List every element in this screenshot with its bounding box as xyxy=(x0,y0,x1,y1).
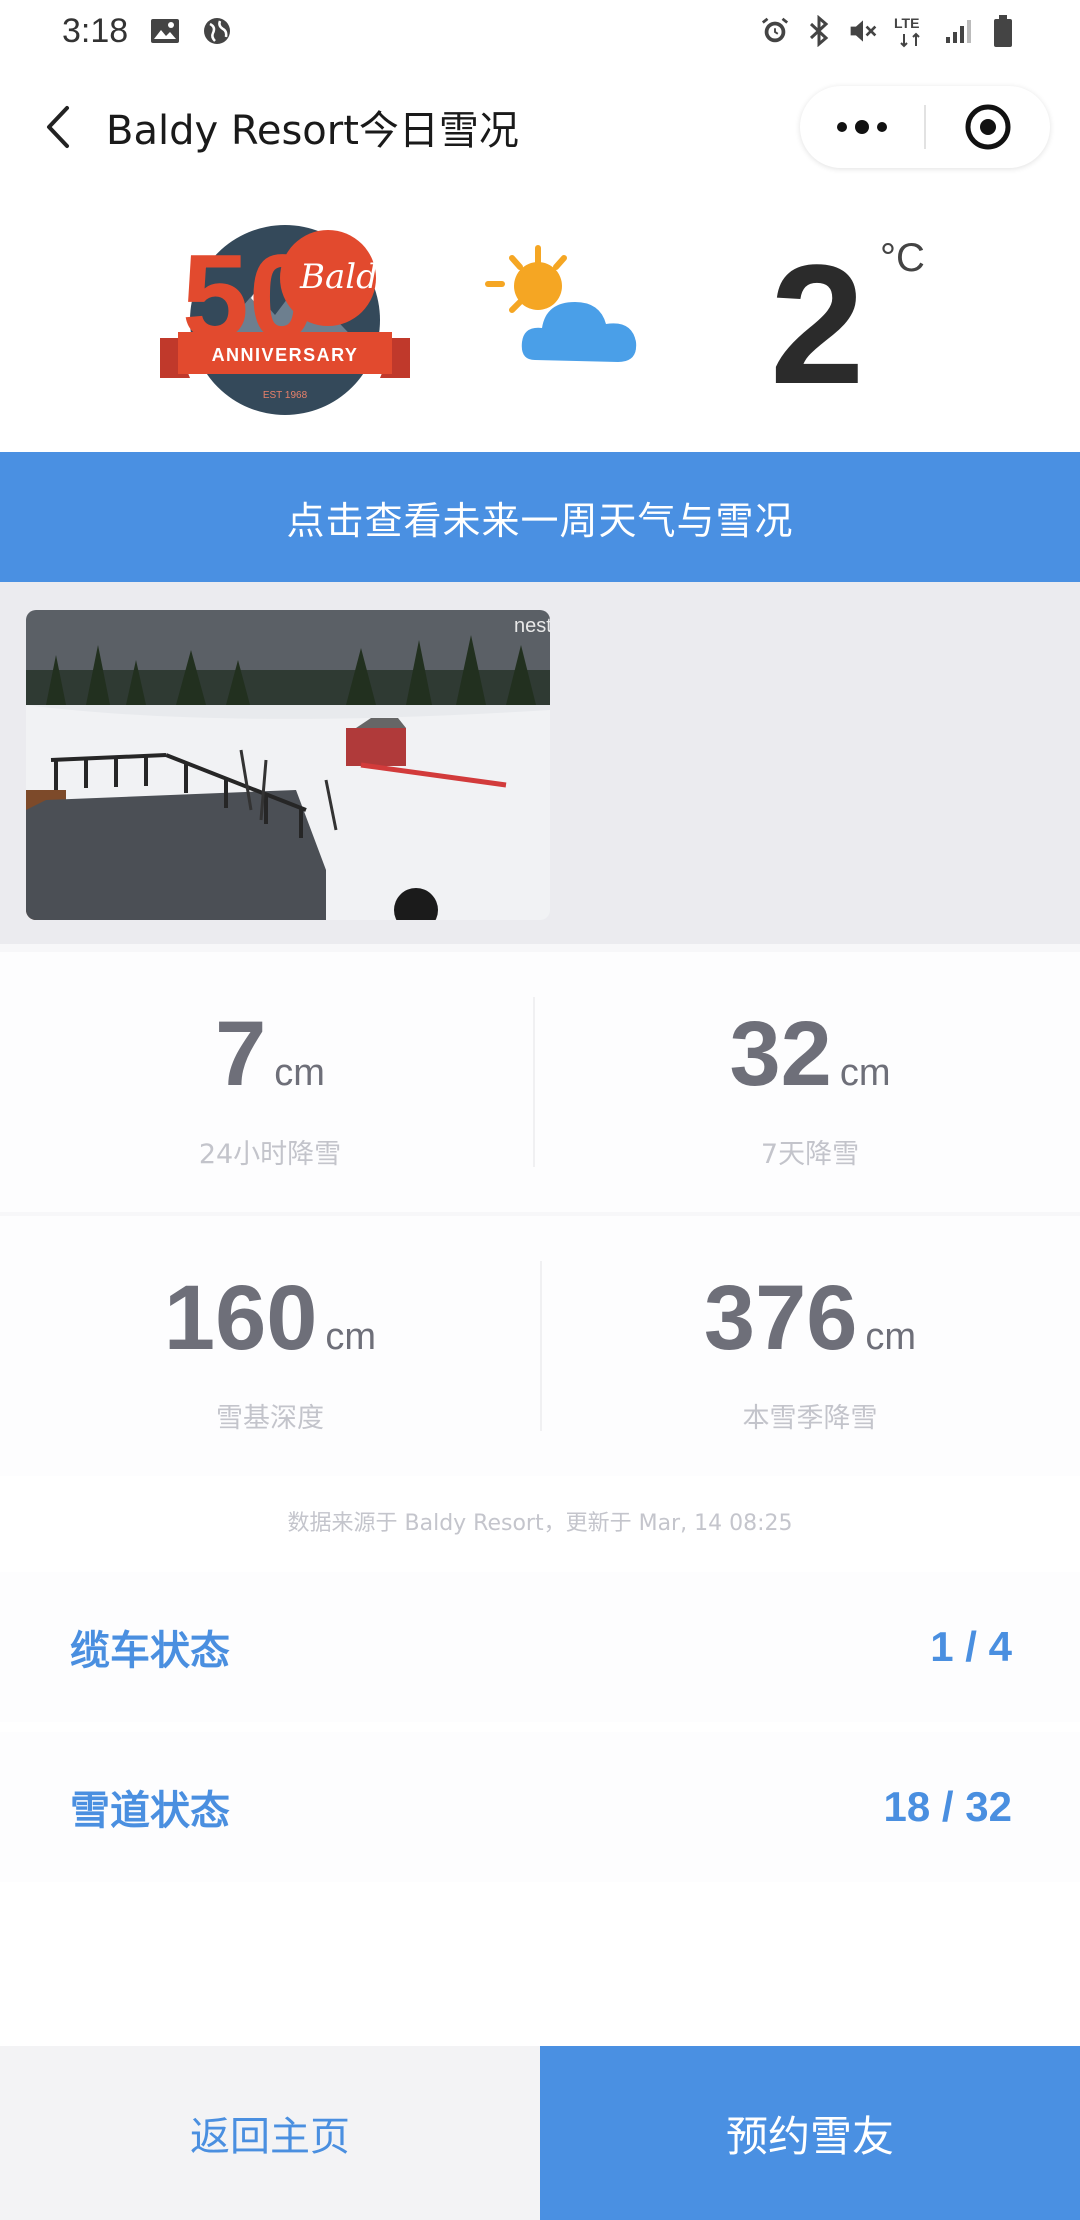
lift-status-label: 缆车状态 xyxy=(70,1628,230,1674)
resort-logo: 50 Baldy ANNIVERSARY EST 1968 xyxy=(160,220,410,430)
stat-value: 7 xyxy=(215,1003,267,1105)
stat-label: 7天降雪 xyxy=(760,1139,860,1170)
image-icon xyxy=(150,16,180,46)
more-button[interactable] xyxy=(800,86,924,168)
alarm-icon xyxy=(760,16,790,46)
stat-base-depth: 160 cm 雪基深度 xyxy=(0,1216,540,1476)
weather-header: 50 Baldy ANNIVERSARY EST 1968 2 °C xyxy=(0,200,1080,450)
close-miniprogram-button[interactable] xyxy=(926,86,1050,168)
stat-unit: cm xyxy=(274,1052,325,1094)
snow-stats: 7 cm 24小时降雪 32 cm 7天降雪 160 cm 雪基深度 376 c… xyxy=(0,944,1080,1476)
webcam-section: nest xyxy=(0,582,1080,944)
lift-status-value: 1 / 4 xyxy=(930,1623,1012,1670)
page-title: Baldy Resort今日雪况 xyxy=(106,108,519,154)
bluetooth-icon xyxy=(804,15,834,47)
stat-value: 376 xyxy=(703,1267,858,1369)
logo-banner-text: ANNIVERSARY xyxy=(212,345,359,365)
stat-label: 雪基深度 xyxy=(216,1403,324,1434)
weekly-forecast-banner[interactable]: 点击查看未来一周天气与雪况 xyxy=(0,452,1080,582)
mute-icon xyxy=(848,16,878,46)
signal-icon xyxy=(944,16,974,46)
chevron-left-icon xyxy=(47,106,69,148)
bottom-bar: 返回主页 预约雪友 xyxy=(0,2046,1080,2220)
miniprogram-capsule xyxy=(800,86,1050,168)
webcam-image[interactable]: nest xyxy=(26,610,550,920)
book-buddy-button[interactable]: 预约雪友 xyxy=(540,2046,1080,2220)
stat-unit: cm xyxy=(865,1316,917,1358)
trail-status-row[interactable]: 雪道状态 18 / 32 xyxy=(0,1732,1080,1882)
globe-icon xyxy=(202,16,232,46)
stats-row: 7 cm 24小时降雪 32 cm 7天降雪 xyxy=(0,952,1080,1212)
stat-label: 本雪季降雪 xyxy=(742,1403,878,1434)
stat-7day-snowfall: 32 cm 7天降雪 xyxy=(540,952,1080,1212)
stat-label: 24小时降雪 xyxy=(198,1139,342,1170)
temperature-unit: °C xyxy=(880,236,925,280)
lte-icon: LTE xyxy=(892,15,930,48)
back-button[interactable] xyxy=(28,97,88,157)
trail-status-label: 雪道状态 xyxy=(70,1788,230,1834)
more-dots-icon xyxy=(837,120,887,134)
stat-divider xyxy=(533,997,535,1167)
temperature-value: 2 xyxy=(770,230,865,420)
status-time: 3:18 xyxy=(62,11,129,50)
webcam-watermark: nest xyxy=(514,615,550,637)
data-source-note: 数据来源于 Baldy Resort，更新于 Mar, 14 08:25 xyxy=(287,1511,793,1536)
stat-24h-snowfall: 7 cm 24小时降雪 xyxy=(0,952,540,1212)
stat-unit: cm xyxy=(325,1316,377,1358)
stat-value: 32 xyxy=(729,1003,832,1105)
status-bar: 3:18 LTE xyxy=(0,0,1080,62)
logo-script-text: Baldy xyxy=(299,257,398,297)
target-circle-icon xyxy=(965,104,1011,150)
partly-cloudy-icon xyxy=(480,240,660,380)
battery-icon xyxy=(988,15,1018,47)
stat-season-snowfall: 376 cm 本雪季降雪 xyxy=(540,1216,1080,1476)
svg-text:LTE: LTE xyxy=(894,15,919,31)
home-button[interactable]: 返回主页 xyxy=(0,2046,540,2220)
lift-status-row[interactable]: 缆车状态 1 / 4 xyxy=(0,1572,1080,1722)
trail-status-value: 18 / 32 xyxy=(883,1783,1012,1830)
stat-value: 160 xyxy=(163,1267,318,1369)
nav-bar: Baldy Resort今日雪况 xyxy=(0,72,1080,182)
stat-unit: cm xyxy=(839,1052,891,1094)
logo-est-text: EST 1968 xyxy=(263,390,308,401)
stats-row: 160 cm 雪基深度 376 cm 本雪季降雪 xyxy=(0,1216,1080,1476)
